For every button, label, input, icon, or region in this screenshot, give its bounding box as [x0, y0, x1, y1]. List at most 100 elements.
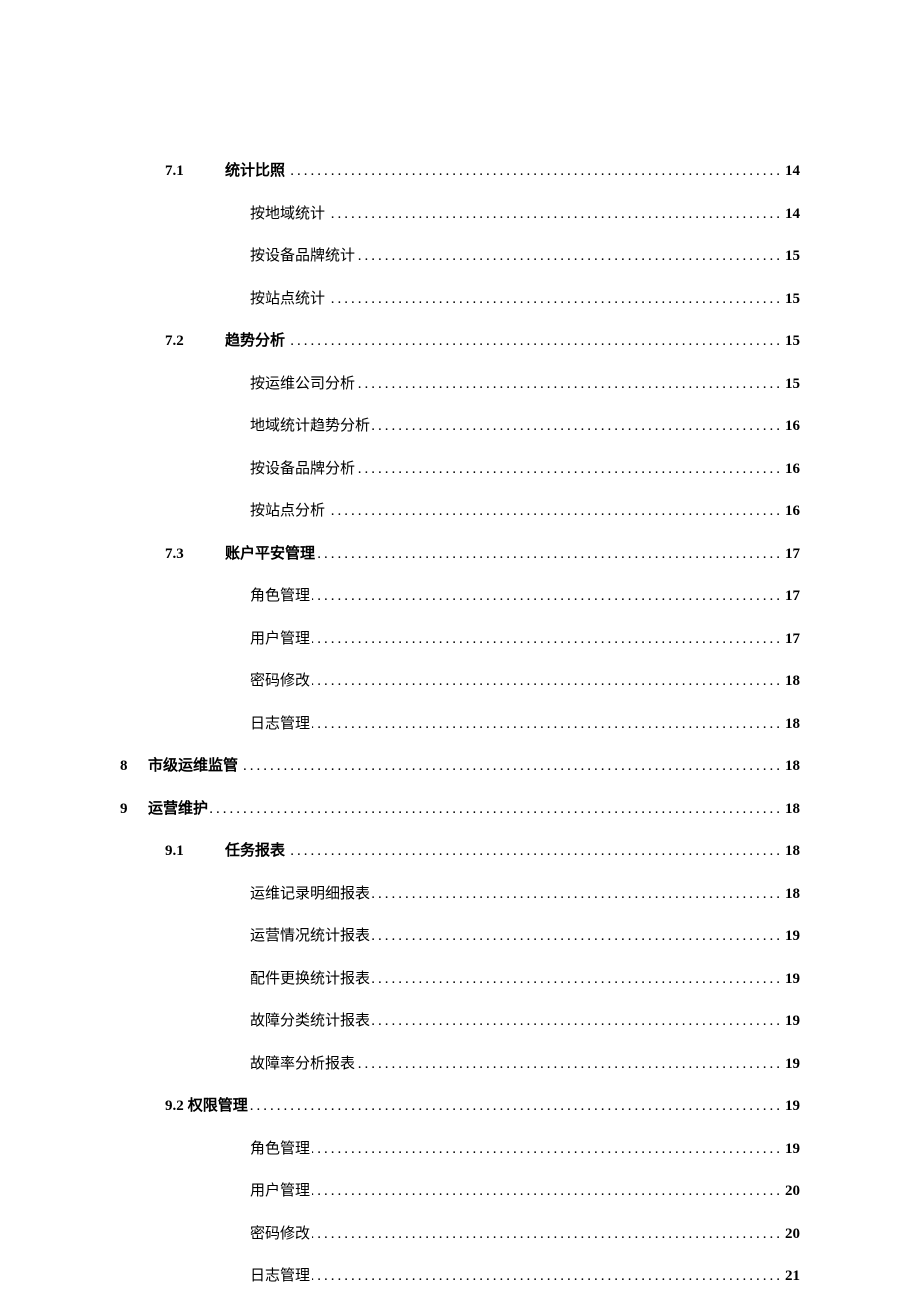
toc-page: 17 [785, 585, 800, 608]
toc-page: 17 [785, 628, 800, 651]
toc-entry-9-1-5: 故障率分析报表 19 [120, 1053, 800, 1076]
toc-page: 15 [785, 288, 800, 311]
toc-entry-9-1-4: 故障分类统计报表 19 [120, 1010, 800, 1033]
toc-page: 20 [785, 1180, 800, 1203]
toc-label: 运营情况统计报表 [250, 925, 370, 948]
toc-entry-7-3-2: 用户管理 17 [120, 628, 800, 651]
toc-page: 14 [785, 160, 800, 183]
toc-entry-7-3-4: 日志管理 18 [120, 713, 800, 736]
toc-entry-7-2-4: 按站点分析 16 [120, 500, 800, 523]
toc-page: 19 [785, 925, 800, 948]
toc-page: 19 [785, 1053, 800, 1076]
toc-number: 9.2 [165, 1095, 184, 1118]
toc-leader [312, 670, 783, 693]
toc-entry-9-1-1: 运维记录明细报表 18 [120, 883, 800, 906]
toc-label: 角色管理 [250, 1138, 310, 1161]
toc-leader [327, 288, 783, 311]
toc-page: 18 [785, 883, 800, 906]
toc-page: 18 [785, 713, 800, 736]
toc-page: 17 [785, 543, 800, 566]
toc-leader [312, 1265, 783, 1288]
toc-label: 故障分类统计报表 [250, 1010, 370, 1033]
toc-label: 日志管理 [250, 1265, 310, 1288]
toc-label: 用户管理 [250, 1180, 310, 1203]
toc-entry-9-1-3: 配件更换统计报表 19 [120, 968, 800, 991]
toc-leader [357, 373, 783, 396]
toc-leader [312, 1180, 783, 1203]
toc-entry-9-2-1: 角色管理 19 [120, 1138, 800, 1161]
toc-label: 配件更换统计报表 [250, 968, 370, 991]
toc-label: 按站点统计 [250, 288, 325, 311]
toc-page: 18 [785, 755, 800, 778]
toc-entry-9-1-2: 运营情况统计报表 19 [120, 925, 800, 948]
toc-page: 15 [785, 245, 800, 268]
toc-label: 统计比照 [225, 160, 285, 183]
toc-leader [287, 330, 783, 353]
toc-label: 按设备品牌统计 [250, 245, 355, 268]
toc-label: 任务报表 [225, 840, 285, 863]
toc-page: 16 [785, 500, 800, 523]
toc-label: 角色管理 [250, 585, 310, 608]
toc-label: 地域统计趋势分析 [250, 415, 370, 438]
toc-entry-7-1-1: 按地域统计 14 [120, 203, 800, 226]
toc-leader [250, 1095, 783, 1118]
toc-label: 按地域统计 [250, 203, 325, 226]
toc-leader [312, 585, 783, 608]
toc-leader [372, 968, 783, 991]
toc-entry-7-3: 7.3 账户平安管理 17 [120, 543, 800, 566]
toc-leader [357, 458, 783, 481]
toc-leader [210, 798, 783, 821]
toc-number: 8 [120, 755, 148, 778]
toc-page: 18 [785, 670, 800, 693]
toc-entry-7-2-2: 地域统计趋势分析 16 [120, 415, 800, 438]
toc-page: 19 [785, 1138, 800, 1161]
toc-page: 18 [785, 798, 800, 821]
toc-number: 7.2 [165, 330, 225, 353]
toc-entry-9-1: 9.1 任务报表 18 [120, 840, 800, 863]
toc-page: 16 [785, 415, 800, 438]
toc-page: 18 [785, 840, 800, 863]
toc-page: 16 [785, 458, 800, 481]
toc-entry-7-1-3: 按站点统计 15 [120, 288, 800, 311]
toc-leader [240, 755, 783, 778]
toc-leader [287, 160, 783, 183]
toc-page: 15 [785, 330, 800, 353]
toc-leader [372, 883, 783, 906]
toc-entry-7-2-3: 按设备品牌分析 16 [120, 458, 800, 481]
toc-label: 市级运维监管 [148, 755, 238, 778]
table-of-contents: 7.1 统计比照 14 按地域统计 14 按设备品牌统计 15 按站点统计 15… [120, 160, 800, 1288]
toc-leader [312, 1138, 783, 1161]
toc-leader [317, 543, 783, 566]
toc-page: 15 [785, 373, 800, 396]
toc-entry-7-2: 7.2 趋势分析 15 [120, 330, 800, 353]
toc-label: 日志管理 [250, 713, 310, 736]
toc-label: 账户平安管理 [225, 543, 315, 566]
toc-label: 运维记录明细报表 [250, 883, 370, 906]
toc-page: 20 [785, 1223, 800, 1246]
toc-leader [372, 415, 783, 438]
toc-entry-9: 9 运营维护 18 [120, 798, 800, 821]
toc-leader [312, 628, 783, 651]
toc-entry-9-2-2: 用户管理 20 [120, 1180, 800, 1203]
toc-page: 19 [785, 968, 800, 991]
toc-label: 按设备品牌分析 [250, 458, 355, 481]
toc-entry-7-1-2: 按设备品牌统计 15 [120, 245, 800, 268]
toc-leader [287, 840, 783, 863]
toc-label: 密码修改 [250, 670, 310, 693]
toc-label: 运营维护 [148, 798, 208, 821]
toc-entry-7-1: 7.1 统计比照 14 [120, 160, 800, 183]
toc-label: 故障率分析报表 [250, 1053, 355, 1076]
toc-label: 趋势分析 [225, 330, 285, 353]
toc-leader [312, 713, 783, 736]
toc-entry-7-3-1: 角色管理 17 [120, 585, 800, 608]
toc-entry-9-2-3: 密码修改 20 [120, 1223, 800, 1246]
toc-page: 19 [785, 1095, 800, 1118]
toc-label: 按站点分析 [250, 500, 325, 523]
toc-leader [327, 203, 783, 226]
toc-label: 权限管理 [188, 1095, 248, 1118]
toc-page: 14 [785, 203, 800, 226]
toc-label: 按运维公司分析 [250, 373, 355, 396]
toc-leader [357, 245, 783, 268]
toc-entry-7-2-1: 按运维公司分析 15 [120, 373, 800, 396]
toc-leader [312, 1223, 783, 1246]
